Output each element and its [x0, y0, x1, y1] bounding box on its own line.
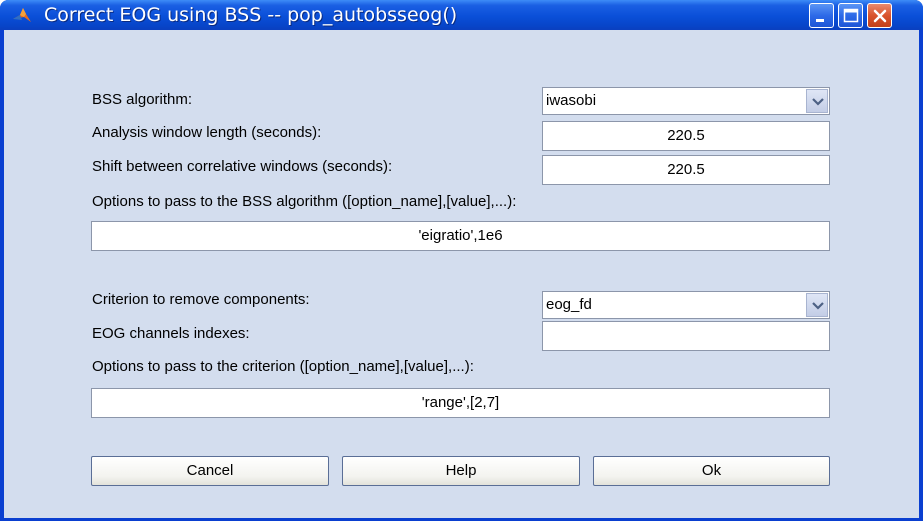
matlab-icon [12, 6, 32, 24]
eog-channels-label: EOG channels indexes: [92, 325, 250, 342]
maximize-button[interactable] [838, 3, 863, 28]
bss-algorithm-select[interactable]: iwasobi [542, 87, 830, 115]
shift-field[interactable]: 220.5 [542, 155, 830, 185]
dropdown-button[interactable] [806, 293, 828, 317]
title-bar[interactable]: Correct EOG using BSS -- pop_autobsseog(… [0, 0, 923, 30]
bss-options-label: Options to pass to the BSS algorithm ([o… [92, 193, 517, 210]
chevron-down-icon [812, 98, 824, 106]
cancel-button[interactable]: Cancel [91, 456, 329, 486]
dialog-body: BSS algorithm: iwasobi Analysis window l… [4, 30, 919, 518]
window-length-label: Analysis window length (seconds): [92, 124, 322, 141]
dropdown-button[interactable] [806, 89, 828, 113]
close-icon [873, 9, 887, 23]
bss-options-field[interactable]: 'eigratio',1e6 [91, 221, 830, 251]
help-button[interactable]: Help [342, 456, 580, 486]
bss-algorithm-label: BSS algorithm: [92, 91, 193, 108]
minimize-button[interactable] [809, 3, 834, 28]
maximize-icon [843, 8, 859, 23]
criterion-value: eog_fd [546, 296, 592, 313]
ok-button[interactable]: Ok [593, 456, 830, 486]
criterion-options-field[interactable]: 'range',[2,7] [91, 388, 830, 418]
window-title: Correct EOG using BSS -- pop_autobsseog(… [44, 4, 458, 26]
criterion-select[interactable]: eog_fd [542, 291, 830, 319]
window-length-field[interactable]: 220.5 [542, 121, 830, 151]
close-button[interactable] [867, 3, 892, 28]
criterion-label: Criterion to remove components: [92, 291, 310, 308]
shift-label: Shift between correlative windows (secon… [92, 158, 393, 175]
chevron-down-icon [812, 302, 824, 310]
eog-channels-field[interactable] [542, 321, 830, 351]
bss-algorithm-value: iwasobi [546, 92, 597, 109]
minimize-icon [816, 19, 824, 22]
dialog-window: Correct EOG using BSS -- pop_autobsseog(… [0, 0, 923, 521]
criterion-options-label: Options to pass to the criterion ([optio… [92, 358, 474, 375]
